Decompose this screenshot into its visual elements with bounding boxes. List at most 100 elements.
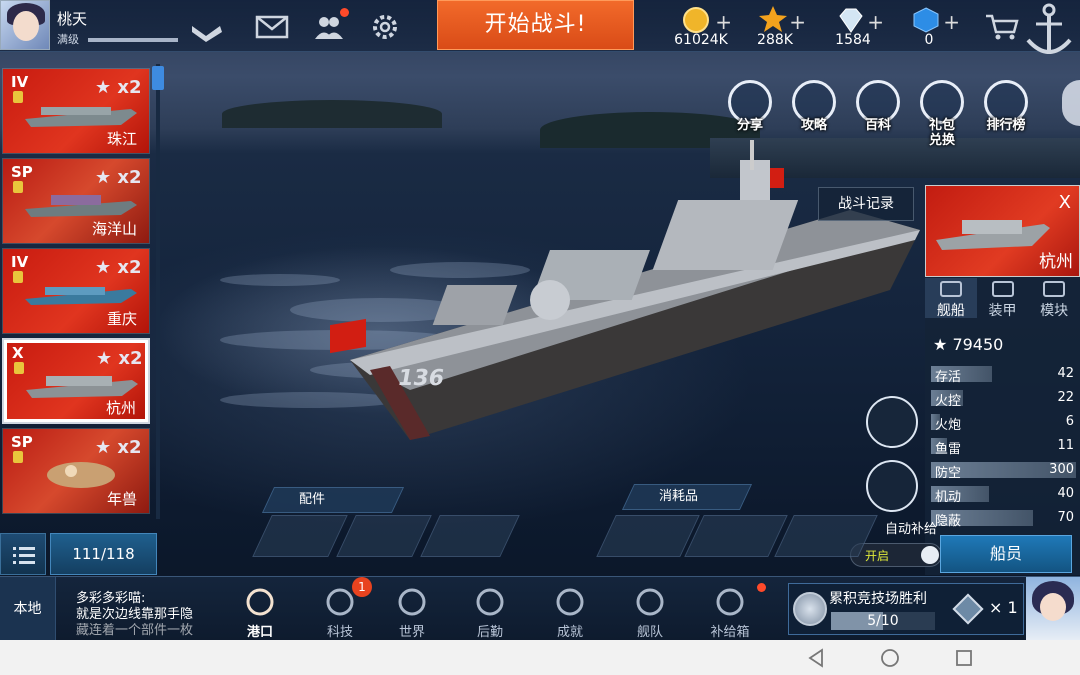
resource-star[interactable]: + 288K: [740, 4, 810, 50]
tab-armor[interactable]: 装甲: [977, 278, 1029, 319]
ship-card-1[interactable]: IV ★ x2 珠江: [2, 68, 150, 154]
ship-multiplier: ★ x2: [95, 167, 142, 188]
gift-code-button[interactable]: 礼包兑换: [914, 78, 970, 148]
stat-value: 11: [1057, 438, 1074, 453]
stat-label: 火控: [935, 394, 962, 409]
arena-quest[interactable]: 累积竞技场胜利 5/10 × 1: [788, 583, 1024, 635]
reward-gem-icon: [952, 593, 984, 625]
notification-badge: 1: [352, 577, 372, 597]
cube-value: 0: [924, 32, 934, 48]
ship-tier: IV: [11, 73, 29, 91]
anchor-icon[interactable]: [1022, 2, 1076, 62]
ship-tab-icon: [939, 281, 962, 297]
armor-tab-icon: [991, 281, 1014, 297]
start-battle-button[interactable]: 开始战斗!: [437, 0, 634, 50]
gift-code-label: 礼包兑换: [928, 118, 955, 148]
hull-number: 136: [396, 365, 446, 391]
rank-up-chevron-icon[interactable]: [866, 396, 918, 448]
stat-label: 火炮: [935, 418, 962, 433]
nav-label: 成就: [556, 625, 583, 640]
resource-gold[interactable]: + 61024K: [666, 4, 736, 50]
battle-record-button[interactable]: 战斗记录: [818, 187, 914, 221]
ship-card-4-selected[interactable]: X ★ x2 杭州: [2, 338, 150, 424]
friends-icon[interactable]: [312, 12, 346, 42]
exp-bar: [88, 38, 178, 42]
stat-row: 鱼雷 11: [931, 437, 1076, 457]
stat-label: 鱼雷: [935, 442, 962, 457]
chat-channel-button[interactable]: 本地: [0, 577, 56, 641]
consumables-tab[interactable]: 消耗品: [621, 484, 753, 510]
nav-label: 港口: [246, 625, 273, 640]
ship-multiplier: ★ x2: [95, 437, 142, 458]
ship-name: 年兽: [106, 490, 137, 508]
stat-value: 300: [1049, 462, 1074, 477]
nav-fleet[interactable]: 舰队: [620, 585, 680, 641]
list-icon: [13, 547, 35, 564]
supply-notification-dot: [757, 583, 766, 592]
nav-supply-box[interactable]: 补给箱: [700, 585, 760, 641]
player-avatar[interactable]: [0, 0, 50, 50]
list-view-button[interactable]: [0, 533, 46, 575]
nav-tech[interactable]: 科技 1: [310, 577, 372, 641]
tab-module[interactable]: 模块: [1028, 278, 1080, 319]
encyclopedia-button[interactable]: 百科: [850, 78, 906, 142]
rank-wings-icon[interactable]: [190, 22, 224, 44]
equip-tab[interactable]: 配件: [261, 487, 405, 513]
panel-ship-name: 杭州: [1039, 252, 1073, 272]
add-star-icon[interactable]: +: [789, 10, 806, 34]
auto-supply-toggle[interactable]: 开启: [850, 543, 942, 567]
ship-thumbnail: [25, 287, 137, 305]
ship-thumbnail: [25, 107, 137, 127]
crew-button[interactable]: 船员: [940, 535, 1072, 573]
ship-card-2[interactable]: SP ★ x2 海洋山: [2, 158, 150, 244]
mast-flag: [770, 168, 784, 188]
back-icon[interactable]: [806, 648, 826, 668]
repair-tools-icon[interactable]: [866, 460, 918, 512]
recents-icon[interactable]: [954, 648, 974, 668]
add-cube-icon[interactable]: +: [943, 10, 960, 34]
leaderboard-button[interactable]: 排行榜: [978, 78, 1034, 142]
stat-value: 42: [1057, 366, 1074, 381]
tab-ship[interactable]: 舰船: [925, 278, 977, 319]
secretary-avatar[interactable]: [1026, 577, 1080, 641]
settings-gear-icon[interactable]: [368, 12, 402, 42]
ship-list-scrollbar[interactable]: [156, 64, 160, 519]
nav-achievement[interactable]: 成就: [540, 585, 600, 641]
mail-icon[interactable]: [255, 12, 289, 42]
resource-diamond[interactable]: + 1584: [818, 4, 888, 50]
guide-button[interactable]: 攻略: [786, 78, 842, 142]
harbor-icon: [246, 588, 274, 616]
stat-row: 火控 22: [931, 389, 1076, 409]
ship-card-3[interactable]: IV ★ x2 重庆: [2, 248, 150, 334]
shop-cart-icon[interactable]: [984, 12, 1020, 42]
nav-logistics[interactable]: 后勤: [460, 585, 520, 641]
nav-harbor[interactable]: 港口: [230, 585, 290, 641]
ship-card-5[interactable]: SP ★ x2 年兽: [2, 428, 150, 514]
ship-portrait: X 杭州: [925, 185, 1080, 277]
ship-thumbnail: [25, 195, 137, 217]
supply-box-icon: [716, 588, 744, 616]
add-diamond-icon[interactable]: +: [867, 10, 884, 34]
nav-globe[interactable]: 世界: [382, 585, 442, 641]
stat-label: 防空: [935, 466, 962, 481]
resource-cube[interactable]: + 0: [894, 4, 964, 50]
add-gold-icon[interactable]: +: [715, 10, 732, 34]
nav-label: 舰队: [636, 625, 663, 640]
ship-list-scroll-thumb[interactable]: [152, 66, 164, 90]
diamond-icon: [839, 8, 863, 33]
star-icon: [759, 6, 787, 32]
combat-power: ★ 79450: [933, 335, 1004, 354]
home-icon[interactable]: [880, 648, 900, 668]
stat-label: 机动: [935, 490, 962, 505]
guide-label: 攻略: [800, 118, 827, 133]
encyclopedia-label: 百科: [864, 118, 891, 133]
ship-name: 重庆: [106, 310, 137, 328]
chat-preview[interactable]: 多彩多彩喵: 就是次边线靠那手隐 藏连着一个部件一枚: [76, 591, 193, 637]
stat-value: 22: [1057, 390, 1074, 405]
fleet-icon: [636, 588, 664, 616]
share-button[interactable]: 分享: [722, 78, 778, 142]
auto-supply-label: 自动补给: [885, 522, 938, 537]
ship-tier: IV: [11, 253, 29, 271]
reward-count: × 1: [989, 598, 1018, 617]
globe-icon: [398, 588, 426, 616]
